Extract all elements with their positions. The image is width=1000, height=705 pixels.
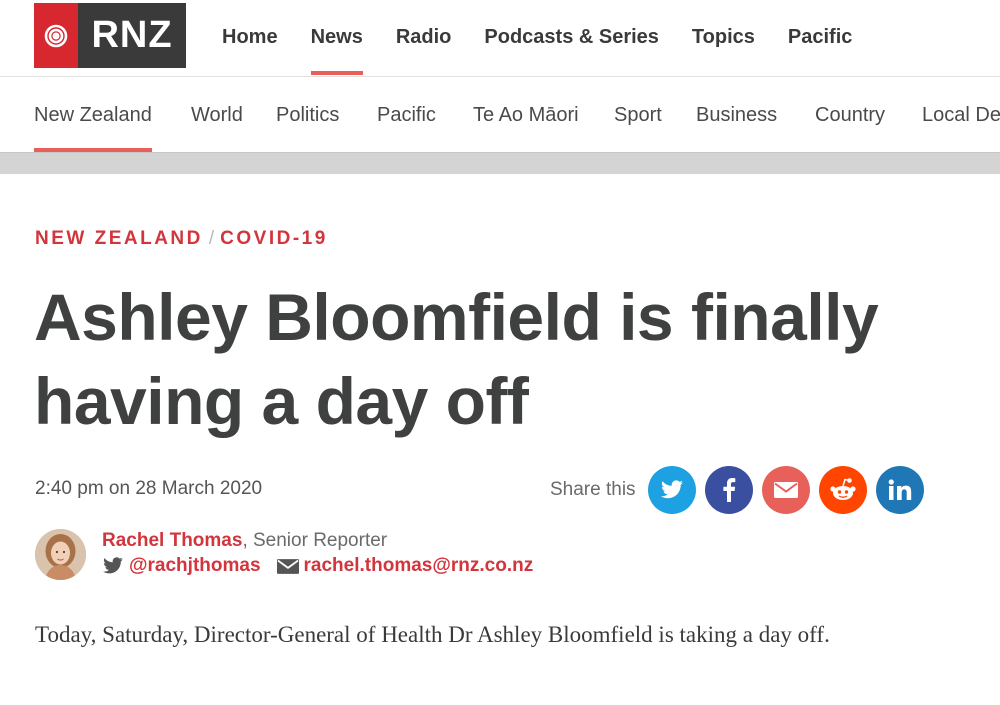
article-body-paragraph: Today, Saturday, Director-General of Hea… [35, 622, 830, 647]
facebook-icon [722, 478, 735, 502]
author-email-link[interactable]: rachel.thomas@rnz.co.nz [304, 555, 534, 577]
section-nav-business[interactable]: Business [696, 78, 777, 152]
main-nav-home[interactable]: Home [222, 0, 278, 77]
author-byline: Rachel Thomas, Senior Reporter [102, 530, 387, 552]
main-nav-pacific[interactable]: Pacific [788, 0, 852, 77]
author-contacts: @rachjthomas rachel.thomas@rnz.co.nz [102, 555, 533, 577]
rnz-logo-mark-icon [34, 3, 78, 68]
envelope-icon [276, 558, 299, 574]
section-nav-politics[interactable]: Politics [276, 78, 339, 152]
envelope-icon [773, 482, 798, 498]
section-divider [0, 152, 1000, 174]
section-nav-country[interactable]: Country [815, 78, 885, 152]
rnz-logo-text: RNZ [78, 3, 186, 68]
share-bar: Share this [550, 466, 924, 514]
linkedin-icon [888, 479, 911, 500]
section-nav-pacific[interactable]: Pacific [377, 78, 436, 152]
top-bar: RNZ Home News Radio Podcasts & Series To… [0, 0, 1000, 77]
article-headline: Ashley Bloomfield is finally having a da… [34, 280, 879, 438]
main-nav-news[interactable]: News [310, 0, 364, 77]
main-nav-radio[interactable]: Radio [396, 0, 452, 77]
share-email-button[interactable] [761, 466, 810, 514]
section-nav: New Zealand World Politics Pacific Te Ao… [0, 78, 1000, 152]
main-nav-topics[interactable]: Topics [692, 0, 755, 77]
rnz-logo[interactable]: RNZ [34, 3, 186, 68]
breadcrumb-separator: / [208, 228, 215, 249]
reddit-icon [829, 478, 856, 500]
author-role: , Senior Reporter [242, 530, 388, 551]
main-nav: Home News Radio Podcasts & Series Topics… [222, 0, 885, 77]
author-name[interactable]: Rachel Thomas [102, 530, 242, 551]
breadcrumb: NEW ZEALAND / COVID-19 [35, 228, 328, 250]
main-nav-podcasts[interactable]: Podcasts & Series [484, 0, 659, 77]
share-reddit-button[interactable] [818, 466, 867, 514]
share-linkedin-button[interactable] [875, 466, 924, 514]
author-block: Rachel Thomas, Senior Reporter @rachjtho… [35, 529, 635, 583]
author-twitter-link[interactable]: @rachjthomas [129, 555, 261, 577]
section-nav-world[interactable]: World [191, 78, 243, 152]
breadcrumb-new-zealand[interactable]: NEW ZEALAND [35, 228, 203, 249]
section-nav-local-democracy[interactable]: Local Democracy Reporting [922, 78, 1000, 152]
article-date: 2:40 pm on 28 March 2020 [35, 478, 263, 499]
share-facebook-button[interactable] [704, 466, 753, 514]
section-nav-te-ao-maori[interactable]: Te Ao Māori [473, 78, 579, 152]
section-nav-sport[interactable]: Sport [614, 78, 662, 152]
twitter-icon [102, 557, 124, 575]
section-nav-new-zealand[interactable]: New Zealand [34, 78, 152, 152]
author-avatar [35, 529, 86, 580]
share-twitter-button[interactable] [647, 466, 696, 514]
breadcrumb-covid-19[interactable]: COVID-19 [220, 228, 328, 249]
share-label: Share this [550, 479, 636, 500]
twitter-icon [660, 480, 683, 499]
